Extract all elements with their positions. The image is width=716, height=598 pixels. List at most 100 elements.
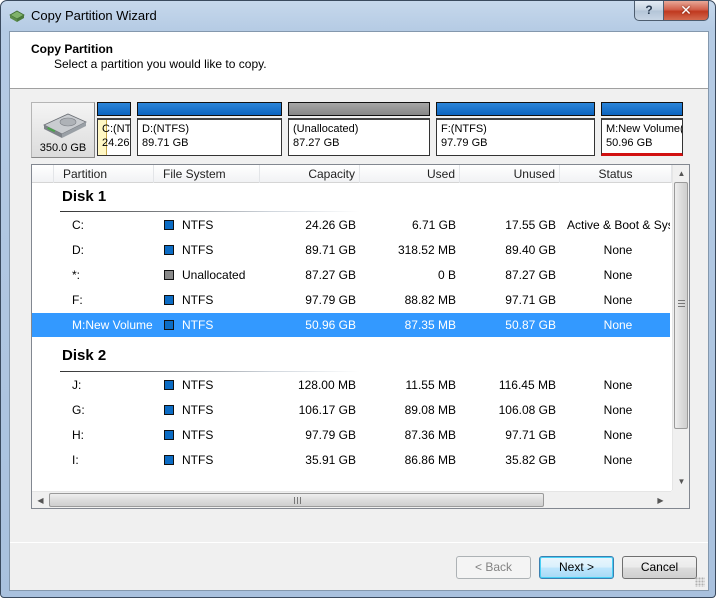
copy-partition-wizard-window: Copy Partition Wizard ? ✕ Copy Partition… — [0, 0, 716, 598]
next-button[interactable]: Next > — [539, 556, 614, 579]
cell-used: 6.71 GB — [411, 218, 456, 232]
partition-label: C:(NTFS) — [102, 123, 131, 135]
title-bar[interactable]: Copy Partition Wizard ? ✕ — [1, 1, 715, 31]
window-title: Copy Partition Wizard — [31, 8, 157, 23]
cell-capacity: 87.27 GB — [305, 268, 356, 282]
cell-capacity: 97.79 GB — [305, 428, 356, 442]
table-row[interactable]: H: NTFS 97.79 GB 87.36 MB 97.71 GB None — [32, 423, 670, 447]
cell-status: None — [603, 318, 633, 332]
partition-bar — [436, 102, 595, 116]
cell-partition: C: — [72, 218, 84, 232]
ntfs-color-swatch-icon — [164, 245, 174, 255]
help-button[interactable]: ? — [634, 1, 664, 21]
table-row[interactable]: D: NTFS 89.71 GB 318.52 MB 89.40 GB None — [32, 238, 670, 262]
cell-used: 0 B — [437, 268, 456, 282]
table-row[interactable]: F: NTFS 97.79 GB 88.82 MB 97.71 GB None — [32, 288, 670, 312]
cell-status: None — [603, 268, 633, 282]
cell-status: None — [603, 453, 633, 467]
page-subtitle: Select a partition you would like to cop… — [54, 57, 267, 71]
cell-unused: 87.27 GB — [505, 268, 556, 282]
scrollbar-corner — [671, 490, 689, 508]
partition-box: C:(NTFS) 24.26 GB — [97, 118, 131, 156]
scroll-up-arrow-icon[interactable]: ▲ — [673, 165, 690, 182]
cell-capacity: 35.91 GB — [305, 453, 356, 467]
partition-block-d[interactable]: D:(NTFS) 89.71 GB — [137, 102, 282, 158]
column-header-partition[interactable]: Partition — [54, 165, 154, 183]
cell-partition: D: — [72, 243, 84, 257]
partition-box: (Unallocated) 87.27 GB — [288, 118, 430, 156]
cell-status: None — [603, 428, 633, 442]
resize-grip-icon[interactable] — [695, 577, 705, 587]
cell-capacity: 89.71 GB — [305, 243, 356, 257]
cell-used: 86.86 MB — [404, 453, 456, 467]
wizard-body: Copy Partition Select a partition you wo… — [9, 31, 709, 591]
partition-block-unallocated[interactable]: (Unallocated) 87.27 GB — [288, 102, 430, 158]
disk-size: 350.0 GB — [39, 142, 87, 154]
column-header-file-system[interactable]: File System — [154, 165, 260, 183]
cell-capacity: 50.96 GB — [305, 318, 356, 332]
table-row-selected[interactable]: M:New Volume NTFS 50.96 GB 87.35 MB 50.8… — [32, 313, 670, 337]
cell-file-system: NTFS — [182, 453, 214, 467]
cell-file-system: NTFS — [182, 243, 214, 257]
partition-size: 87.27 GB — [293, 137, 340, 149]
column-header-unused[interactable]: Unused — [460, 165, 560, 183]
partition-block-f[interactable]: F:(NTFS) 97.79 GB — [436, 102, 595, 158]
table-row[interactable]: I: NTFS 35.91 GB 86.86 MB 35.82 GB None — [32, 448, 670, 472]
cell-capacity: 106.17 GB — [298, 403, 356, 417]
partition-box: M:New Volume(NTFS) 50.96 GB — [601, 118, 683, 156]
partition-block-c[interactable]: C:(NTFS) 24.26 GB — [97, 102, 131, 158]
cell-used: 87.35 MB — [404, 318, 456, 332]
partition-size: 89.71 GB — [142, 137, 189, 149]
ntfs-color-swatch-icon — [164, 320, 174, 330]
table-row[interactable]: *: Unallocated 87.27 GB 0 B 87.27 GB Non… — [32, 263, 670, 287]
cell-status: None — [603, 243, 633, 257]
cell-used: 11.55 MB — [405, 378, 456, 392]
grip-icon — [294, 497, 301, 504]
table-row[interactable]: J: NTFS 128.00 MB 11.55 MB 116.45 MB Non… — [32, 373, 670, 397]
cell-used: 88.82 MB — [404, 293, 456, 307]
disk-tile[interactable]: 350.0 GB — [31, 102, 95, 158]
cell-file-system: NTFS — [182, 428, 214, 442]
cell-partition: H: — [72, 428, 84, 442]
app-icon — [9, 10, 25, 22]
horizontal-scrollbar[interactable]: ◀ ▶ — [32, 491, 672, 508]
cell-file-system: NTFS — [182, 293, 214, 307]
cell-partition: I: — [72, 453, 79, 467]
vertical-scrollbar[interactable]: ▲ ▼ — [672, 165, 689, 490]
cell-partition: J: — [72, 378, 82, 392]
ntfs-color-swatch-icon — [164, 295, 174, 305]
grip-icon — [678, 300, 685, 307]
partition-size: 97.79 GB — [441, 137, 488, 149]
vertical-scroll-thumb[interactable] — [674, 182, 688, 429]
back-button[interactable]: < Back — [456, 556, 531, 579]
footer-divider — [10, 542, 708, 543]
cell-unused: 97.71 GB — [505, 293, 556, 307]
cell-used: 318.52 MB — [397, 243, 456, 257]
horizontal-scroll-thumb[interactable] — [49, 493, 544, 507]
partition-box: D:(NTFS) 89.71 GB — [137, 118, 282, 156]
table-row[interactable]: G: NTFS 106.17 GB 89.08 MB 106.08 GB Non… — [32, 398, 670, 422]
list-rows: Disk 1 C: NTFS 24.26 GB 6.71 GB 17.55 GB… — [32, 183, 670, 489]
column-header-status[interactable]: Status — [560, 165, 672, 183]
partition-block-m[interactable]: M:New Volume(NTFS) 50.96 GB — [601, 102, 683, 158]
cell-unused: 106.08 GB — [498, 403, 556, 417]
cell-file-system: NTFS — [182, 403, 214, 417]
scroll-right-arrow-icon[interactable]: ▶ — [652, 492, 669, 509]
cell-partition: M:New Volume — [72, 318, 153, 332]
scroll-down-arrow-icon[interactable]: ▼ — [673, 473, 690, 490]
table-row[interactable]: C: NTFS 24.26 GB 6.71 GB 17.55 GB Active… — [32, 213, 670, 237]
cell-unused: 116.45 MB — [498, 378, 556, 392]
cancel-button[interactable]: Cancel — [622, 556, 697, 579]
partition-box: F:(NTFS) 97.79 GB — [436, 118, 595, 156]
cell-partition: G: — [72, 403, 85, 417]
close-button[interactable]: ✕ — [663, 1, 709, 21]
scroll-left-arrow-icon[interactable]: ◀ — [32, 492, 49, 509]
column-header-capacity[interactable]: Capacity — [260, 165, 360, 183]
column-header-blank[interactable] — [32, 165, 54, 183]
group-header-disk-1: Disk 1 — [62, 188, 107, 205]
partition-label: F:(NTFS) — [441, 123, 487, 135]
ntfs-color-swatch-icon — [164, 220, 174, 230]
partition-label: M:New Volume(NTFS) — [606, 123, 682, 135]
column-header-used[interactable]: Used — [360, 165, 460, 183]
cell-file-system: NTFS — [182, 218, 214, 232]
